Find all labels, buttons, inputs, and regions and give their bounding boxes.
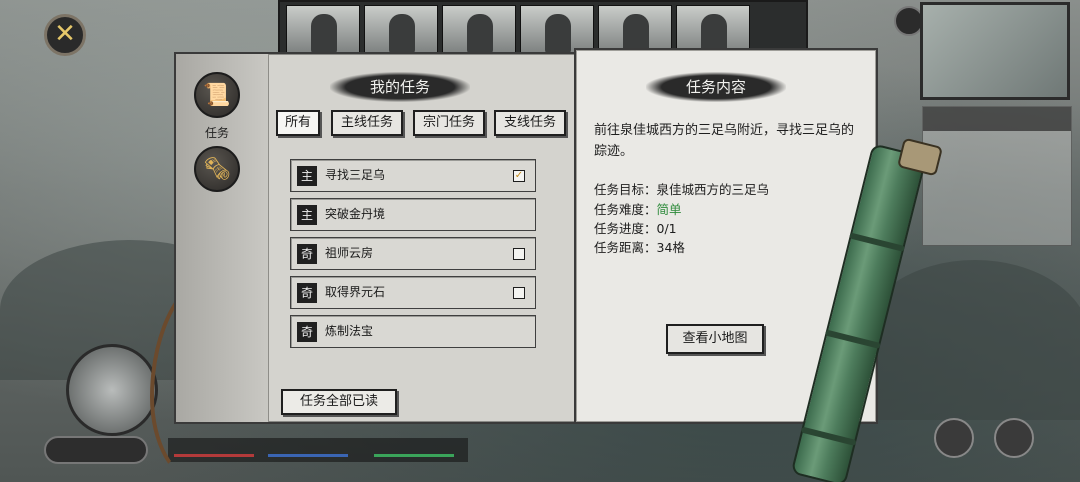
xp-bar <box>374 454 454 457</box>
quest-row[interactable]: 主 寻找三足乌 ✓ <box>290 159 536 192</box>
quest-tracker-panel <box>922 106 1072 246</box>
quest-row[interactable]: 主 突破金丹境 <box>290 198 536 231</box>
quest-checkbox[interactable] <box>513 248 525 260</box>
crossed-swords-icon: ✕ <box>54 19 76 49</box>
quest-type-badge: 主 <box>297 205 317 225</box>
field-label: 任务进度： <box>594 221 657 236</box>
action-round-button[interactable] <box>934 418 974 458</box>
difficulty-value: 简单 <box>656 202 682 217</box>
tab-main-quests[interactable]: 主线任务 <box>331 110 403 136</box>
quest-progress-line: 任务进度：0/1 <box>594 218 677 237</box>
player-avatar[interactable] <box>66 344 158 436</box>
party-member-portrait[interactable] <box>286 5 360 55</box>
quest-name: 突破金丹境 <box>325 207 386 221</box>
quest-name: 寻找三足乌 <box>325 168 386 182</box>
minimap[interactable] <box>920 2 1070 100</box>
sidebar-item-quests[interactable]: 📜 <box>194 72 240 118</box>
quest-type-badge: 主 <box>297 166 317 186</box>
quest-target-line: 任务目标：泉佳城西方的三足乌 <box>594 179 769 198</box>
quest-tracker-header[interactable] <box>923 107 1071 131</box>
field-label: 任务目标： <box>594 182 657 197</box>
sidebar-item-notes[interactable]: 🗞 <box>194 146 240 192</box>
action-round-button[interactable] <box>994 418 1034 458</box>
scroll-icon: 📜 <box>203 82 231 108</box>
quest-distance-line: 任务距离：34格 <box>594 237 685 256</box>
party-member-portrait[interactable] <box>364 5 438 55</box>
tab-sect-quests[interactable]: 宗门任务 <box>413 110 485 136</box>
party-member-portrait[interactable] <box>442 5 516 55</box>
mark-all-read-button[interactable]: 任务全部已读 <box>281 389 397 415</box>
tab-all[interactable]: 所有 <box>276 110 320 136</box>
quest-difficulty-line: 任务难度：简单 <box>594 199 682 218</box>
quest-name: 祖师云房 <box>325 246 374 260</box>
quest-checkbox[interactable]: ✓ <box>513 170 525 182</box>
quest-type-badge: 奇 <box>297 322 317 342</box>
mp-bar <box>268 454 348 457</box>
paper-icon: 🗞 <box>203 156 231 182</box>
quest-row[interactable]: 奇 祖师云房 <box>290 237 536 270</box>
field-label: 任务距离： <box>594 240 657 255</box>
field-value: 泉佳城西方的三足乌 <box>656 182 770 197</box>
tab-side-quests[interactable]: 支线任务 <box>494 110 566 136</box>
quest-checkbox[interactable] <box>513 287 525 299</box>
quest-type-badge: 奇 <box>297 244 317 264</box>
player-name-plate <box>44 436 148 464</box>
field-value: 34格 <box>656 240 685 255</box>
detail-panel-title: 任务内容 <box>646 72 786 102</box>
quest-description: 前往泉佳城西方的三足乌附近，寻找三足乌的踪迹。 <box>594 123 855 159</box>
quest-name: 炼制法宝 <box>325 324 374 338</box>
quest-name: 取得界元石 <box>325 285 386 299</box>
quest-panel-title: 我的任务 <box>330 72 470 102</box>
field-value: 0/1 <box>656 221 677 236</box>
quest-row[interactable]: 奇 炼制法宝 <box>290 315 536 348</box>
close-button[interactable]: ✕ <box>44 14 86 56</box>
field-label: 任务难度： <box>594 202 657 217</box>
quest-type-badge: 奇 <box>297 283 317 303</box>
sidebar-item-label: 任务 <box>204 126 229 140</box>
quest-row[interactable]: 奇 取得界元石 <box>290 276 536 309</box>
view-minimap-button[interactable]: 查看小地图 <box>666 324 764 354</box>
